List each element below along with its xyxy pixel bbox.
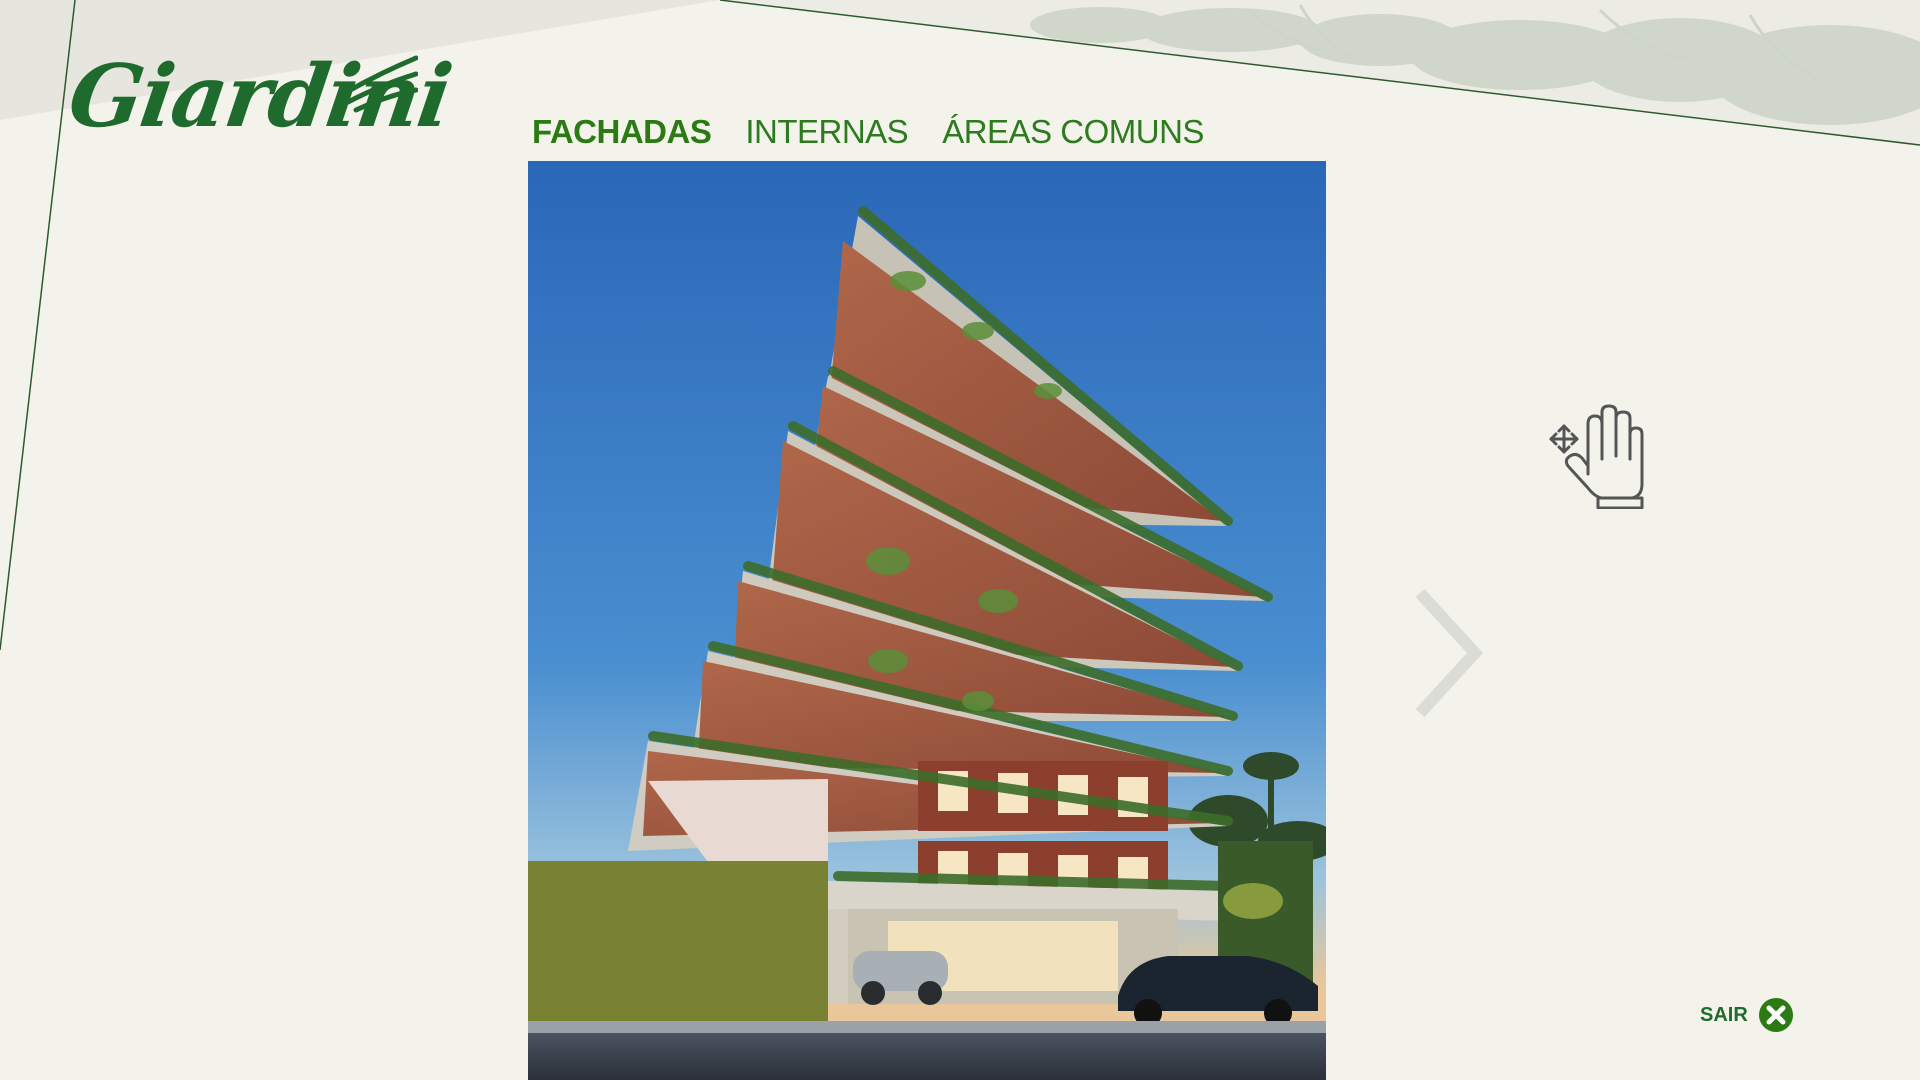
chevron-right-icon[interactable] (1405, 583, 1485, 723)
close-circle-icon[interactable] (1758, 997, 1794, 1033)
gallery-tabs: FACHADAS INTERNAS ÁREAS COMUNS (532, 112, 1204, 152)
tab-internas[interactable]: INTERNAS (745, 112, 908, 152)
tab-fachadas[interactable]: FACHADAS (532, 112, 712, 152)
exit-label: SAIR (1700, 1003, 1748, 1026)
tab-areas-comuns[interactable]: ÁREAS COMUNS (942, 112, 1204, 152)
logo-leaves-icon (340, 55, 418, 113)
exit-button[interactable]: SAIR (1700, 995, 1794, 1035)
page: Giardini FACHADAS INTERNAS ÁREAS COMUNS (0, 0, 1920, 1080)
pan-hand-icon (1549, 404, 1644, 509)
building-facade-image[interactable] (528, 161, 1326, 1080)
brand-logo: Giardini (63, 40, 456, 170)
